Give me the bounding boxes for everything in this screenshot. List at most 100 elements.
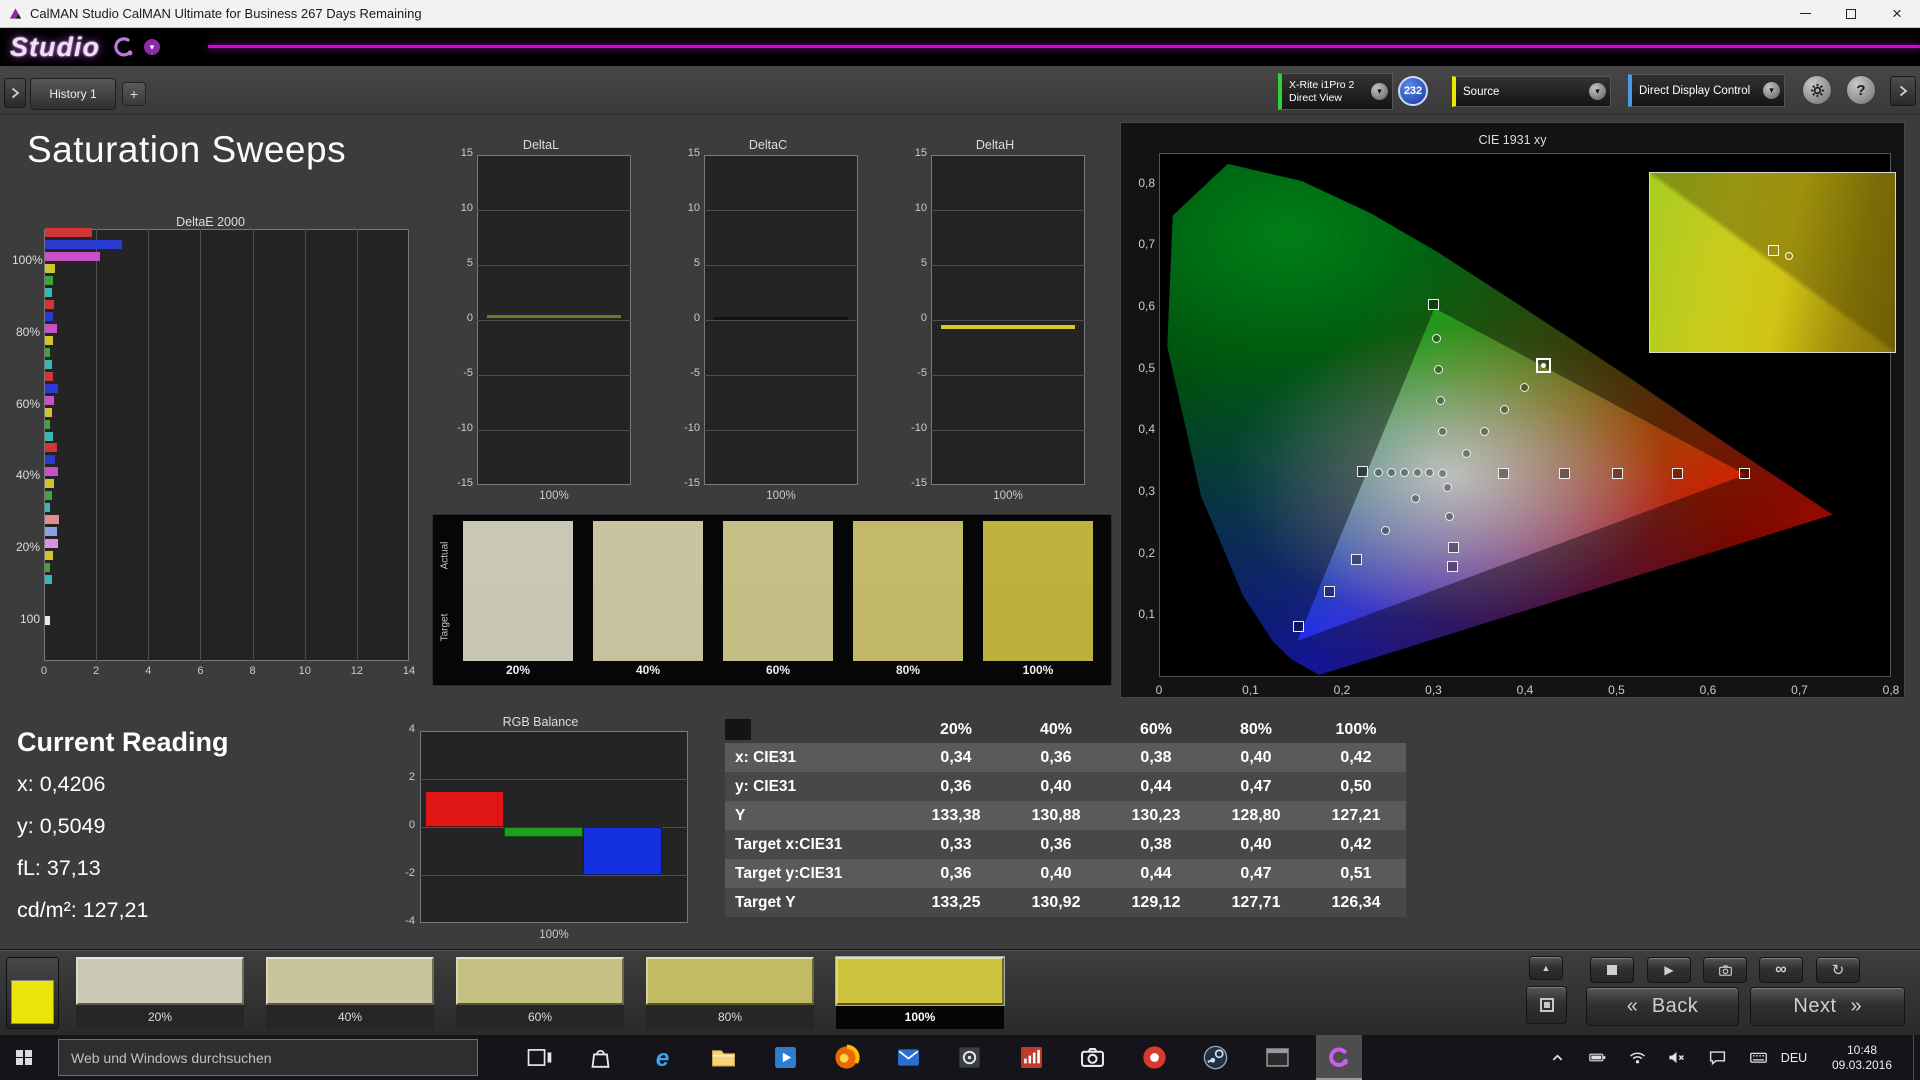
current-reading-panel: Current Reading x: 0,4206 y: 0,5049 fL: … [17,727,377,940]
taskbar-icon-firefox[interactable] [824,1035,870,1080]
level-swatch-100%[interactable]: 100% [836,957,1004,1029]
source-label: Source [1463,86,1610,98]
play-button[interactable]: ▶ [1647,957,1691,983]
taskbar-icon-task-view[interactable] [516,1035,562,1080]
app-logo-icon [8,6,23,21]
axis-tick-label: 0,4 [1509,683,1541,697]
table-row: Target x:CIE310,330,360,380,400,42 [725,830,1406,859]
studio-logo: Studio [10,32,100,63]
chevron-down-icon[interactable]: ▾ [1763,82,1780,99]
close-button[interactable]: × [1874,0,1920,27]
chevron-down-icon[interactable]: ▾ [1589,83,1606,100]
swatch-label: 20% [463,663,573,677]
delta-e-bar [45,384,58,393]
axis-tick-label: 0,4 [1127,422,1155,436]
table-cell: 0,36 [906,859,1006,888]
axis-tick-label: -15 [673,477,700,489]
actual-swatch [463,521,573,584]
chevron-down-icon[interactable]: ▾ [1371,83,1388,100]
language-indicator[interactable]: DEU [1773,1035,1815,1080]
expand-panel-right-button[interactable] [1890,76,1916,106]
taskbar-icon-media-player[interactable] [947,1035,993,1080]
page-title: Saturation Sweeps [27,129,346,171]
taskbar-icon-mail[interactable] [885,1035,931,1080]
table-row: Target y:CIE310,360,400,440,470,51 [725,859,1406,888]
collapse-panel-button[interactable]: ▲ [1529,956,1563,980]
taskbar-icon-file-explorer[interactable] [701,1035,747,1080]
minimize-button[interactable] [1782,0,1828,27]
show-desktop-button[interactable] [1913,1035,1920,1080]
keyboard-icon[interactable] [1741,1035,1775,1080]
refresh-button[interactable]: ↻ [1816,957,1860,983]
volume-mute-icon[interactable] [1659,1035,1693,1080]
chevron-up-icon[interactable] [1540,1035,1574,1080]
delta-c-chart: DeltaC 100% 151050-5-10-15 [673,138,863,518]
display-control-dropdown[interactable]: Direct Display Control ▾ [1628,74,1785,107]
brand-menu-button[interactable]: ▾ [144,39,160,55]
taskbar-icon-camera[interactable] [1070,1035,1116,1080]
grid-line [704,430,858,431]
chart-title: DeltaL [446,138,636,152]
axis-tick-label: -15 [446,477,473,489]
table-row: x: CIE310,340,360,380,400,42 [725,743,1406,772]
back-button[interactable]: « Back [1586,987,1739,1026]
message-icon[interactable] [1700,1035,1734,1080]
expand-history-panel-button[interactable] [4,78,26,108]
level-swatch-60%[interactable]: 60% [456,957,624,1029]
taskbar-icon-movies[interactable] [762,1035,808,1080]
grid-line [477,375,631,376]
taskbar-icon-calman[interactable] [1316,1035,1362,1080]
source-dropdown[interactable]: Source ▾ [1452,76,1611,107]
grid-line [148,229,149,661]
table-cell: 0,51 [1306,859,1406,888]
taskbar-icon-browser[interactable] [1131,1035,1177,1080]
capture-button[interactable] [1703,957,1747,983]
taskbar-icon-steam[interactable] [1193,1035,1239,1080]
settings-button[interactable] [1802,75,1832,105]
grid-line [420,875,688,876]
axis-tick-label: 10 [673,202,700,214]
delta-e-bar [45,360,52,369]
axis-tick-label: 10 [446,202,473,214]
level-swatch-80%[interactable]: 80% [646,957,814,1029]
inset-measurement-marker [1785,252,1793,260]
camera-icon [1716,963,1735,978]
clock[interactable]: 10:48 09.03.2016 [1818,1035,1906,1080]
maximize-button[interactable] [1828,0,1874,27]
delta-e-bar [45,616,50,625]
x-axis-label: 100% [477,490,631,502]
axis-tick-label: 80% [12,325,40,339]
taskbar-icon-store[interactable] [578,1035,624,1080]
wifi-icon[interactable] [1620,1035,1654,1080]
taskbar-icon-steps[interactable] [1008,1035,1054,1080]
taskbar-icon-edge[interactable]: e [639,1035,685,1080]
axis-tick-label: 0,5 [1601,683,1633,697]
stop-button[interactable] [1590,957,1634,983]
level-swatch-20%[interactable]: 20% [76,957,244,1029]
continuous-read-button[interactable]: ∞ [1759,957,1803,983]
axis-tick-label: -5 [900,367,927,379]
delta-e-bar [45,443,57,452]
taskbar-search[interactable] [58,1039,478,1076]
start-button[interactable] [0,1035,48,1080]
next-button[interactable]: Next » [1750,987,1905,1026]
reading-cdm2: cd/m²: 127,21 [17,898,377,940]
delta-e-bar [45,276,53,285]
taskbar-icon-console[interactable] [1254,1035,1300,1080]
delta-e-bar [45,455,55,464]
help-button[interactable]: ? [1846,75,1876,105]
axis-tick-label: 5 [900,257,927,269]
tab-history-1[interactable]: History 1 [30,78,116,110]
delta-e-bar [45,551,53,560]
blackout-button[interactable] [1526,986,1567,1024]
swatch-color [76,957,244,1005]
battery-icon[interactable] [1580,1035,1614,1080]
swatch-label: 100% [983,663,1093,677]
delta-e-bar [45,252,100,261]
add-tab-button[interactable]: + [122,82,146,106]
level-swatch-40%[interactable]: 40% [266,957,434,1029]
axis-tick-label: 14 [394,665,424,677]
meter-dropdown[interactable]: X-Rite i1Pro 2 Direct View ▾ [1278,73,1393,110]
meter-status-badge[interactable]: 232 [1398,76,1428,106]
search-input[interactable] [59,1050,477,1066]
